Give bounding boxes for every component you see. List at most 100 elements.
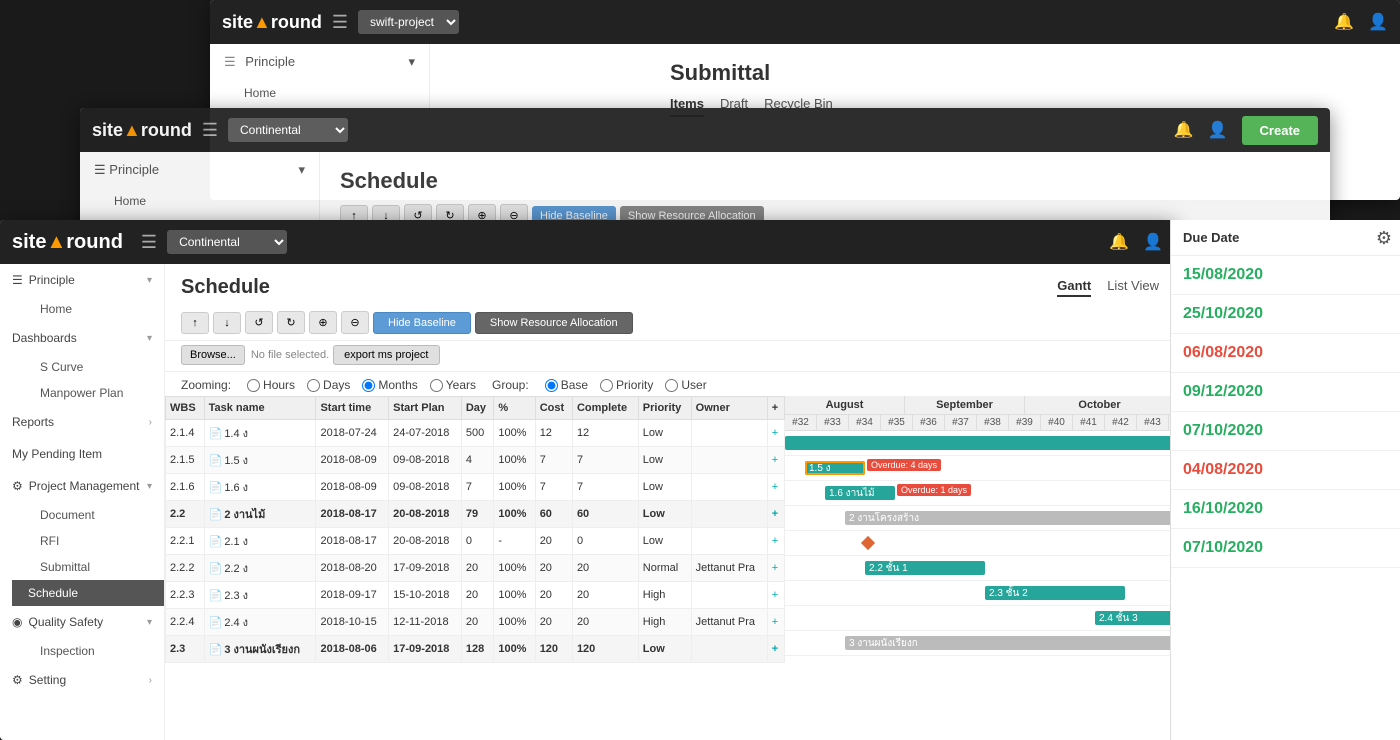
cell-add[interactable]: + [767,582,784,609]
tb-indent-up[interactable]: ↑ [181,312,209,334]
win1-user-icon[interactable]: 👤 [1368,12,1388,32]
win2-bell-icon[interactable]: 🔔 [1174,120,1194,140]
sidebar-item-quality-safety[interactable]: ◉Quality Safety ▾ [0,606,164,638]
zoom-months[interactable]: Months [362,378,417,392]
gantt-area: WBS Task name Start time Start Plan Day … [165,396,1175,740]
win1-menu-icon[interactable]: ☰ [332,12,348,33]
due-date-item: 06/08/2020 [1171,334,1400,373]
cell-wbs: 2.1.4 [166,420,205,447]
cell-priority: High [638,609,691,636]
win1-home-link[interactable]: Home [210,80,429,106]
cell-day: 20 [461,555,494,582]
setting-icon: ⚙ [12,673,23,687]
win3-bell-icon[interactable]: 🔔 [1109,232,1129,252]
cell-add[interactable]: + [767,555,784,582]
cell-add[interactable]: + [767,636,784,663]
cell-start: 2018-08-17 [316,528,389,555]
sidebar-item-dashboards[interactable]: Dashboards ▾ [0,322,164,354]
win1-page-title: Submittal [670,60,833,86]
cell-complete: 20 [572,555,638,582]
tb-show-resource[interactable]: Show Resource Allocation [475,312,633,334]
cell-add[interactable]: + [767,447,784,474]
sidebar-label-dashboards: Dashboards [12,331,77,345]
zoom-days[interactable]: Days [307,378,350,392]
cell-start: 2018-10-15 [316,609,389,636]
week-36: #36 [913,415,945,430]
group-user[interactable]: User [665,378,706,392]
tb-redo[interactable]: ↻ [277,311,305,334]
group-base[interactable]: Base [545,378,588,392]
zoom-years[interactable]: Years [430,378,476,392]
sidebar-item-rfi[interactable]: RFI [28,528,164,554]
cell-wbs: 2.2.2 [166,555,205,582]
cell-wbs: 2.2.1 [166,528,205,555]
win2-menu-icon[interactable]: ☰ [202,120,218,141]
tb-hide-baseline[interactable]: Hide Baseline [373,312,471,334]
win1-bell-icon[interactable]: 🔔 [1334,12,1354,32]
win3-body: ☰Principle ▾ Home Dashboards ▾ S Curve M… [0,264,1175,740]
win3-project-select[interactable]: Continental [167,230,287,254]
cell-add[interactable]: + [767,609,784,636]
win2-create-button[interactable]: Create [1242,116,1318,145]
sidebar-item-manpower[interactable]: Manpower Plan [28,380,164,406]
cell-add[interactable]: + [767,528,784,555]
zoom-radio-group: Hours Days Months Years [247,378,476,392]
win2-home-link[interactable]: Home [80,188,319,214]
cell-day: 128 [461,636,494,663]
cell-cost: 120 [535,636,572,663]
sidebar-item-home[interactable]: Home [28,296,164,322]
due-date-item: 15/08/2020 [1171,256,1400,295]
win2-user-icon[interactable]: 👤 [1208,120,1228,140]
gantt-row: 2 งานโครงสร้าง [785,506,1175,531]
col-complete: Complete [572,397,638,420]
win1-project-select[interactable]: swift-project [358,10,459,34]
cell-priority: Low [638,474,691,501]
sidebar-item-reports[interactable]: Reports › [0,406,164,438]
sidebar-label-my-pending: My Pending Item [12,447,102,461]
cell-priority: Low [638,420,691,447]
col-add: + [767,397,784,420]
table-row: 2.1.5 📄1.5 ง 2018-08-09 09-08-2018 4 100… [166,447,785,474]
sidebar-item-setting[interactable]: ⚙Setting › [0,664,164,696]
cell-task: 📄3 งานผนังเรียงก [204,636,316,663]
win2-principle-item[interactable]: ☰ Principle ▾ [80,152,319,188]
group-label: Group: [492,378,529,392]
tab-gantt[interactable]: Gantt [1057,278,1091,297]
tb-zoom-in[interactable]: ⊕ [309,311,337,334]
sidebar-item-document[interactable]: Document [28,502,164,528]
sidebar-item-schedule[interactable]: Schedule [12,580,164,606]
cell-owner [691,501,767,528]
sidebar-item-inspection[interactable]: Inspection [28,638,164,664]
cell-add[interactable]: + [767,501,784,528]
export-ms-project-button[interactable]: export ms project [333,345,439,365]
cell-priority: Low [638,447,691,474]
win2-project-select[interactable]: Continental [228,118,348,142]
win3-menu-icon[interactable]: ☰ [141,232,157,253]
sidebar-item-my-pending[interactable]: My Pending Item [0,438,164,470]
right-panel-header: Due Date [1171,220,1400,256]
tb-undo[interactable]: ↺ [245,311,273,334]
tab-list-view[interactable]: List View [1107,278,1159,297]
sidebar-item-scurve[interactable]: S Curve [28,354,164,380]
week-35: #35 [881,415,913,430]
sidebar-item-submittal[interactable]: Submittal [28,554,164,580]
gantt-row: 3 งานผนังเรียงก [785,631,1175,656]
tb-indent-down[interactable]: ↓ [213,312,241,334]
gantt-bar-orange [805,461,865,475]
cell-complete: 7 [572,447,638,474]
zoom-hours[interactable]: Hours [247,378,295,392]
tb-zoom-out[interactable]: ⊖ [341,311,369,334]
cell-add[interactable]: + [767,420,784,447]
win1-principle-item[interactable]: ☰ Principle ▾ [210,44,429,80]
table-row: 2.2.1 📄2.1 ง 2018-08-17 20-08-2018 0 - 2… [166,528,785,555]
win3-user-icon[interactable]: 👤 [1143,232,1163,252]
gantt-diamond [861,536,875,550]
win3-main-content: Schedule Gantt List View ↑ ↓ ↺ ↻ ⊕ ⊖ Hid… [165,264,1175,740]
group-priority[interactable]: Priority [600,378,653,392]
gear-icon[interactable]: ⚙ [1376,228,1392,249]
cell-add[interactable]: + [767,474,784,501]
sidebar-item-project-management[interactable]: ⚙Project Management ▾ [0,470,164,502]
cell-owner [691,636,767,663]
sidebar-item-principle[interactable]: ☰Principle ▾ [0,264,164,296]
browse-button[interactable]: Browse... [181,345,245,365]
